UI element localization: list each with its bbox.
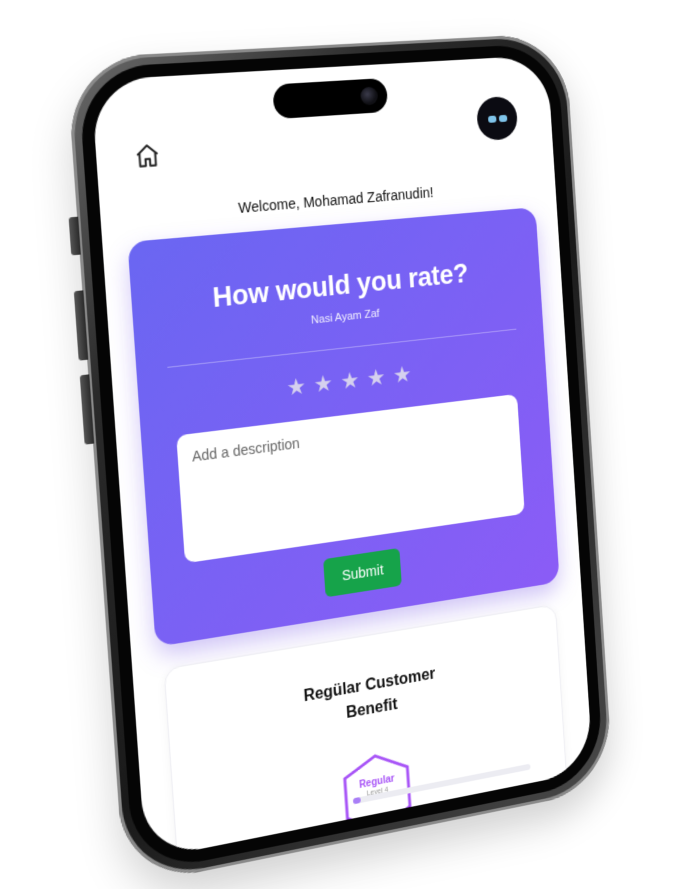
app-screen: Welcome, Mohamad Zafranudin! How would y… <box>90 54 594 860</box>
submit-button[interactable]: Submit <box>323 547 402 598</box>
dynamic-island <box>272 77 389 120</box>
camera-icon <box>360 86 379 106</box>
star-icon[interactable]: ★ <box>286 373 307 400</box>
phone-mockup: Welcome, Mohamad Zafranudin! How would y… <box>65 32 614 888</box>
robot-avatar-icon[interactable] <box>475 95 519 142</box>
home-icon[interactable] <box>133 141 162 170</box>
rating-card: How would you rate? Nasi Ayam Zaf ★ ★ ★ ★ ★ … <box>127 207 560 647</box>
avatar-eye-left <box>487 115 497 123</box>
avatar-eye-right <box>498 114 507 122</box>
star-icon[interactable]: ★ <box>340 367 361 394</box>
star-icon[interactable]: ★ <box>392 361 412 388</box>
star-icon[interactable]: ★ <box>313 370 334 397</box>
star-icon[interactable]: ★ <box>366 364 386 391</box>
description-input[interactable] <box>176 393 525 564</box>
benefit-title: Regülar Customer Benefit <box>303 665 436 723</box>
